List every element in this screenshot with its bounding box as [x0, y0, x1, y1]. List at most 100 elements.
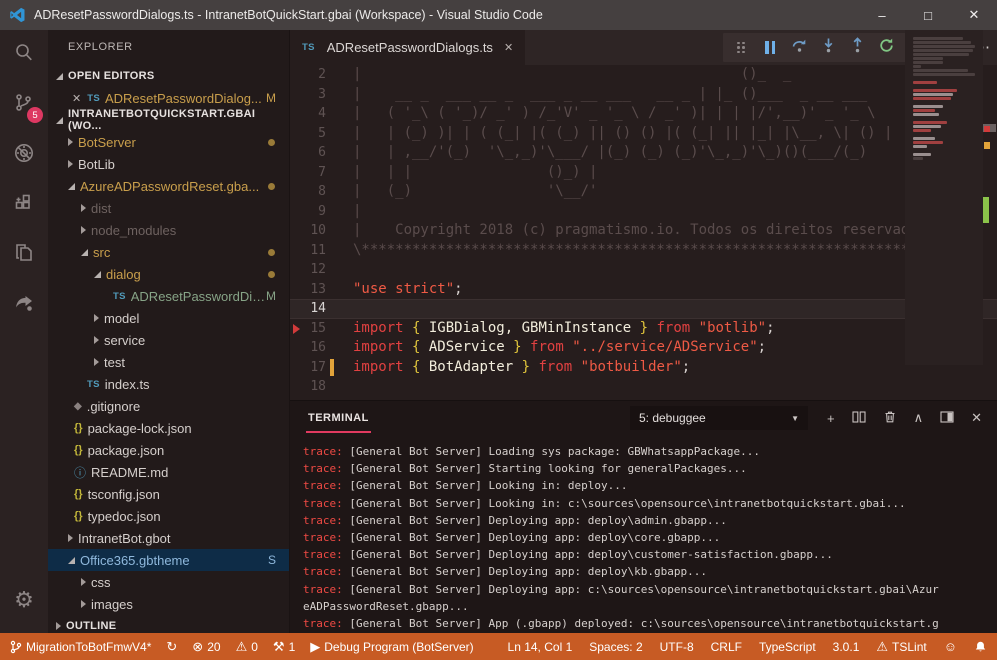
tree-item-test[interactable]: test	[48, 351, 289, 373]
tree-item-css[interactable]: css	[48, 571, 289, 593]
tree-item-adresetpassworddial[interactable]: TSADResetPasswordDial...M	[48, 285, 289, 307]
step-out-button[interactable]	[848, 39, 866, 57]
eol[interactable]: CRLF	[711, 640, 742, 654]
open-editors-header[interactable]: OPEN EDITORS	[48, 65, 289, 87]
cursor-position[interactable]: Ln 14, Col 1	[508, 640, 573, 654]
maximize-panel-button[interactable]: ∧	[914, 410, 924, 426]
tree-item-images[interactable]: images	[48, 593, 289, 615]
gutter[interactable]: 17	[290, 358, 353, 378]
code-line-4: 4| ( '_\ ( '_)/ _' ) /_'V' _ '_ \ / _' )…	[290, 104, 997, 124]
debug-button[interactable]	[0, 130, 48, 180]
token: ;	[682, 359, 690, 375]
search-button[interactable]	[0, 30, 48, 80]
close-editor-icon[interactable]: ✕	[72, 92, 81, 105]
debug-program[interactable]: ▶Debug Program (BotServer)	[310, 640, 473, 654]
step-into-icon	[820, 37, 837, 59]
gutter[interactable]: 15	[290, 319, 353, 339]
close-tab-icon[interactable]: ✕	[504, 41, 513, 54]
gutter[interactable]: 18	[290, 377, 353, 397]
minimap-line	[913, 105, 943, 108]
encoding[interactable]: UTF-8	[660, 640, 694, 654]
maximize-button[interactable]: □	[905, 0, 951, 30]
gutter[interactable]: 3	[290, 85, 353, 105]
tree-item-node-modules[interactable]: node_modules	[48, 219, 289, 241]
indentation[interactable]: Spaces: 2	[589, 640, 642, 654]
sync-status[interactable]: ↻	[166, 640, 177, 653]
step-into-button[interactable]	[819, 39, 837, 57]
share-button[interactable]	[0, 280, 48, 330]
kill-terminal-button[interactable]	[883, 410, 897, 427]
chevron-collapsed-icon	[94, 358, 99, 366]
title-bar[interactable]: ADResetPasswordDialogs.ts - IntranetBotQ…	[0, 0, 997, 30]
terminal-select[interactable]: 5: debuggee ▼	[630, 406, 808, 430]
modified-gutter-bar	[330, 359, 334, 376]
tree-item-readme-md[interactable]: ⓘREADME.md	[48, 461, 289, 483]
minimap[interactable]	[905, 30, 983, 365]
tree-item-gitignore[interactable]: ◆.gitignore	[48, 395, 289, 417]
close-panel-button[interactable]: ✕	[971, 410, 982, 426]
code-area[interactable]: 2| ()_ _3| __ _ ___ __ _ ___ _ __ ___ __…	[290, 65, 997, 400]
gutter[interactable]: 10	[290, 221, 353, 241]
restart-button[interactable]	[877, 39, 895, 57]
terminal-tab[interactable]: TERMINAL	[306, 403, 371, 433]
git-branch-status[interactable]: MigrationToBotFmwV4*	[10, 640, 151, 654]
tree-item-botlib[interactable]: BotLib	[48, 153, 289, 175]
feedback[interactable]: ☺	[944, 640, 957, 653]
tree-item-index-ts[interactable]: TSindex.ts	[48, 373, 289, 395]
tree-item-typedoc-json[interactable]: {}typedoc.json	[48, 505, 289, 527]
gutter[interactable]: 4	[290, 104, 353, 124]
task-count[interactable]: ⚒1	[273, 640, 295, 654]
tree-item-model[interactable]: model	[48, 307, 289, 329]
tree-item-src[interactable]: src	[48, 241, 289, 263]
gutter[interactable]: 12	[290, 260, 353, 280]
tree-item-botserver[interactable]: BotServer	[48, 131, 289, 153]
terminal-output[interactable]: trace: [General Bot Server] Loading sys …	[290, 435, 997, 632]
source-control-button[interactable]: 5	[0, 80, 48, 130]
tree-item-office365-gbtheme[interactable]: Office365.gbthemeS	[48, 549, 289, 571]
gutter[interactable]: 8	[290, 182, 353, 202]
notifications[interactable]	[974, 640, 987, 654]
move-panel-button[interactable]	[940, 410, 954, 427]
new-terminal-button[interactable]: +	[827, 411, 835, 426]
settings-button[interactable]: ⚙	[0, 575, 48, 625]
close-button[interactable]: ✕	[951, 0, 997, 30]
extensions-icon	[12, 191, 36, 220]
tree-item-dist[interactable]: dist	[48, 197, 289, 219]
overview-ruler[interactable]	[983, 30, 997, 365]
chevron-collapsed-icon	[68, 160, 73, 168]
tree-item-azureadpasswordreset-gba[interactable]: AzureADPasswordReset.gba...	[48, 175, 289, 197]
gutter[interactable]: 11	[290, 241, 353, 261]
gutter[interactable]: 6	[290, 143, 353, 163]
split-terminal-button[interactable]	[852, 410, 866, 427]
tree-item-dialog[interactable]: dialog	[48, 263, 289, 285]
gutter[interactable]: 16	[290, 338, 353, 358]
file-copies-button[interactable]	[0, 230, 48, 280]
tree-item-package-lock-json[interactable]: {}package-lock.json	[48, 417, 289, 439]
tab-adresetpassworddialogs[interactable]: TS ADResetPasswordDialogs.ts ✕	[290, 30, 525, 65]
tree-item-package-json[interactable]: {}package.json	[48, 439, 289, 461]
extensions-button[interactable]	[0, 180, 48, 230]
error-count[interactable]: ⊗20	[192, 640, 220, 654]
workspace-section-header[interactable]: INTRANETBOTQUICKSTART.GBAI (WO...	[48, 109, 289, 131]
step-over-button[interactable]	[790, 39, 808, 57]
tree-item-intranetbot-gbot[interactable]: IntranetBot.gbot	[48, 527, 289, 549]
minimize-button[interactable]: –	[859, 0, 905, 30]
gutter[interactable]: 5	[290, 124, 353, 144]
outline-section-header[interactable]: OUTLINE	[48, 615, 289, 633]
warning-count[interactable]: ⚠0	[236, 640, 258, 654]
gutter[interactable]: 9	[290, 202, 353, 222]
language-mode[interactable]: TypeScript	[759, 640, 816, 654]
open-editor-item[interactable]: ✕ TS ADResetPasswordDialog... M	[48, 87, 289, 109]
gutter[interactable]: 14	[290, 299, 353, 319]
tree-item-service[interactable]: service	[48, 329, 289, 351]
gutter[interactable]: 13	[290, 280, 353, 300]
gutter[interactable]: 7	[290, 163, 353, 183]
ts-version[interactable]: 3.0.1	[833, 640, 860, 654]
terminal-text: [General Bot Server] Deploying app: depl…	[343, 514, 727, 527]
line-number: 10	[310, 221, 326, 241]
gutter[interactable]: 2	[290, 65, 353, 85]
minimap-line	[913, 145, 927, 148]
tree-item-tsconfig-json[interactable]: {}tsconfig.json	[48, 483, 289, 505]
tslint-status[interactable]: ⚠TSLint	[876, 640, 926, 654]
pause-button[interactable]	[761, 39, 779, 57]
